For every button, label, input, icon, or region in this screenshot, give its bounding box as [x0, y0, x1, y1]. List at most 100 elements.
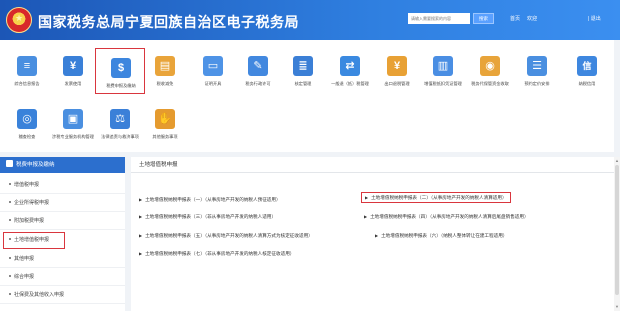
form-link-label: 土地增值税纳税申报表（七）（非从事房地产开发的纳税人核定征收适用）	[145, 251, 295, 256]
menu-tile-label: 出口退税管理	[384, 81, 410, 86]
search-input[interactable]	[408, 13, 470, 24]
scroll-down-icon[interactable]: ▼	[614, 304, 620, 309]
credit-icon: 信	[577, 56, 597, 76]
triangle-icon: ▶	[139, 214, 143, 219]
menu-tile-label: 其他服务事项	[152, 134, 178, 139]
menu-tile[interactable]: ✋ 其他服务事项	[140, 100, 190, 148]
sidebar-item-label: 附加税费申报	[14, 218, 45, 224]
logout-link[interactable]: | 退出	[588, 15, 601, 22]
menu-tile-label: 证明开具	[204, 81, 222, 86]
custody-fund-icon: ◉	[480, 56, 500, 76]
menu-tile[interactable]: ¥ 发票使用	[48, 47, 98, 95]
refund-icon: ⇄	[340, 56, 360, 76]
menu-tile[interactable]: ◎ 稽查检查	[2, 100, 52, 148]
permit-icon: ✎	[248, 56, 268, 76]
sidebar-item-social-security[interactable]: 社保费及其他收入申报	[0, 287, 125, 304]
invoice-icon: ¥	[63, 56, 83, 76]
scroll-up-icon[interactable]: ▲	[614, 158, 620, 163]
sidebar-item-label: 土地增值税申报	[14, 237, 50, 243]
menu-tile-tax-declare[interactable]: $ 税费申报及缴纳	[95, 48, 145, 94]
form-link-label: 土地增值税纳税申报表（五）（从事房地产开发的纳税人清算方式为核定征收适用）	[145, 233, 313, 238]
export-refund-icon: ¥	[387, 56, 407, 76]
sidebar-item-combined[interactable]: 综合申报	[0, 269, 125, 286]
sidebar-item-cit[interactable]: 企业所得税申报	[0, 195, 125, 212]
form-link-label: 土地增值税纳税申报表（一）（从事房地产开发的纳税人预征适用）	[145, 197, 281, 202]
triangle-icon: ▶	[375, 233, 379, 238]
menu-tile-label: 法律追责与救济事项	[101, 134, 139, 139]
verify-icon: ≣	[293, 56, 313, 76]
menu-tile[interactable]: ☰ 预约定价安排	[512, 47, 562, 95]
menu-tile[interactable]: ⚖ 法律追责与救济事项	[95, 100, 145, 148]
top-menu-panel: ≡ 综合信息报告 ¥ 发票使用 $ 税费申报及缴纳 ▤ 税收减免 ▭ 证明开具 …	[0, 40, 614, 152]
sidebar-item-label: 其他申报	[14, 256, 35, 262]
bullet-icon	[9, 257, 11, 259]
bullet-icon	[9, 201, 11, 203]
form-link-3[interactable]: ▶ 土地增值税纳税申报表（三）（非从事房地产开发的纳税人适用）	[139, 212, 276, 221]
menu-tile[interactable]: ◉ 税务代保管资金收取	[465, 47, 515, 95]
menu-tile[interactable]: 信 纳税信用	[562, 47, 612, 95]
menu-tile-label: 预约定价安排	[524, 81, 550, 86]
menu-tile-label: 稽查检查	[18, 134, 36, 139]
menu-tile[interactable]: ▣ 涉税专业服务机构管理	[48, 100, 98, 148]
bullet-icon	[9, 293, 11, 295]
tax-reduction-icon: ▤	[155, 56, 175, 76]
triangle-icon: ▶	[139, 233, 143, 238]
menu-tile-label: 综合信息报告	[14, 81, 40, 86]
bullet-icon	[9, 275, 11, 277]
menu-tile-label: 税务行政许可	[245, 81, 271, 86]
form-link-label: 土地增值税纳税申报表（二）（从事房地产开发的纳税人清算适用）	[371, 195, 507, 200]
bullet-icon	[9, 238, 11, 240]
legal-icon: ⚖	[110, 109, 130, 129]
menu-tile[interactable]: ¥ 出口退税管理	[372, 47, 422, 95]
form-link-label: 土地增值税纳税申报表（四）（从事房地产开发的纳税人清算后尾盘销售适用）	[370, 214, 529, 219]
menu-tile-label: 一般退（抵）税管理	[331, 81, 369, 86]
menu-tile-label: 税务代保管资金收取	[471, 81, 509, 86]
menu-tile[interactable]: ≡ 综合信息报告	[2, 47, 52, 95]
menu-tile[interactable]: ≣ 核定管理	[278, 47, 328, 95]
form-link-6[interactable]: ▶ 土地增值税纳税申报表（六）（纳税人整体转让在建工程适用）	[375, 231, 507, 240]
pricing-icon: ☰	[527, 56, 547, 76]
menu-tile-label: 税费申报及缴纳	[106, 83, 136, 88]
site-title: 国家税务总局宁夏回族自治区电子税务局	[38, 15, 299, 31]
certificate-icon: ▭	[203, 56, 223, 76]
bullet-icon	[9, 183, 11, 185]
agency-icon: ▣	[63, 109, 83, 129]
sidebar-item-surcharge[interactable]: 附加税费申报	[0, 213, 125, 230]
menu-tile-label: 核定管理	[294, 81, 312, 86]
report-icon: ≡	[17, 56, 37, 76]
vertical-scrollbar[interactable]: ▲ ▼	[614, 157, 620, 311]
menu-tile[interactable]: ⇄ 一般退（抵）税管理	[325, 47, 375, 95]
menu-tile[interactable]: ✎ 税务行政许可	[233, 47, 283, 95]
scroll-thumb[interactable]	[615, 165, 619, 295]
menu-tile-label: 涉税专业服务机构管理	[52, 134, 94, 139]
sidebar-item-other[interactable]: 其他申报	[0, 251, 125, 268]
vat-voucher-icon: ▥	[433, 56, 453, 76]
main-content: 土地增值税申报 ▶ 土地增值税纳税申报表（一）（从事房地产开发的纳税人预征适用） …	[131, 157, 614, 311]
folder-icon	[6, 160, 13, 167]
triangle-icon: ▶	[364, 214, 368, 219]
tab-land-vat[interactable]: 土地增值税申报	[131, 157, 614, 173]
form-link-2[interactable]: ▶ 土地增值税纳税申报表（二）（从事房地产开发的纳税人清算适用）	[361, 192, 511, 203]
sidebar: 税费申报及缴纳 增值税申报 企业所得税申报 附加税费申报 土地增值税申报 其他申…	[0, 157, 125, 311]
sidebar-item-label: 企业所得税申报	[14, 200, 50, 206]
home-link[interactable]: 首页	[510, 15, 520, 22]
menu-tile[interactable]: ▭ 证明开具	[188, 47, 238, 95]
tax-declare-icon: $	[111, 58, 131, 78]
sidebar-item-vat[interactable]: 增值税申报	[0, 177, 125, 194]
tax-emblem-logo: ★	[6, 7, 32, 33]
sidebar-item-label: 社保费及其他收入申报	[14, 292, 65, 298]
form-link-7[interactable]: ▶ 土地增值税纳税申报表（七）（非从事房地产开发的纳税人核定征收适用）	[139, 249, 294, 258]
menu-tile[interactable]: ▥ 增值税抵扣凭证管理	[418, 47, 468, 95]
triangle-icon: ▶	[139, 251, 143, 256]
form-link-4[interactable]: ▶ 土地增值税纳税申报表（四）（从事房地产开发的纳税人清算后尾盘销售适用）	[364, 212, 529, 221]
sidebar-title: 税费申报及缴纳	[16, 162, 55, 168]
form-link-label: 土地增值税纳税申报表（六）（纳税人整体转让在建工程适用）	[381, 233, 508, 238]
menu-tile[interactable]: ▤ 税收减免	[140, 47, 190, 95]
sidebar-header: 税费申报及缴纳	[0, 157, 125, 173]
form-link-1[interactable]: ▶ 土地增值税纳税申报表（一）（从事房地产开发的纳税人预征适用）	[139, 195, 281, 204]
welcome-text: 欢迎	[527, 16, 538, 22]
form-link-5[interactable]: ▶ 土地增值税纳税申报表（五）（从事房地产开发的纳税人清算方式为核定征收适用）	[139, 231, 313, 240]
sidebar-item-land-vat[interactable]: 土地增值税申报	[3, 232, 65, 249]
menu-tile-label: 税收减免	[156, 81, 174, 86]
search-button[interactable]: 搜索	[473, 13, 494, 24]
